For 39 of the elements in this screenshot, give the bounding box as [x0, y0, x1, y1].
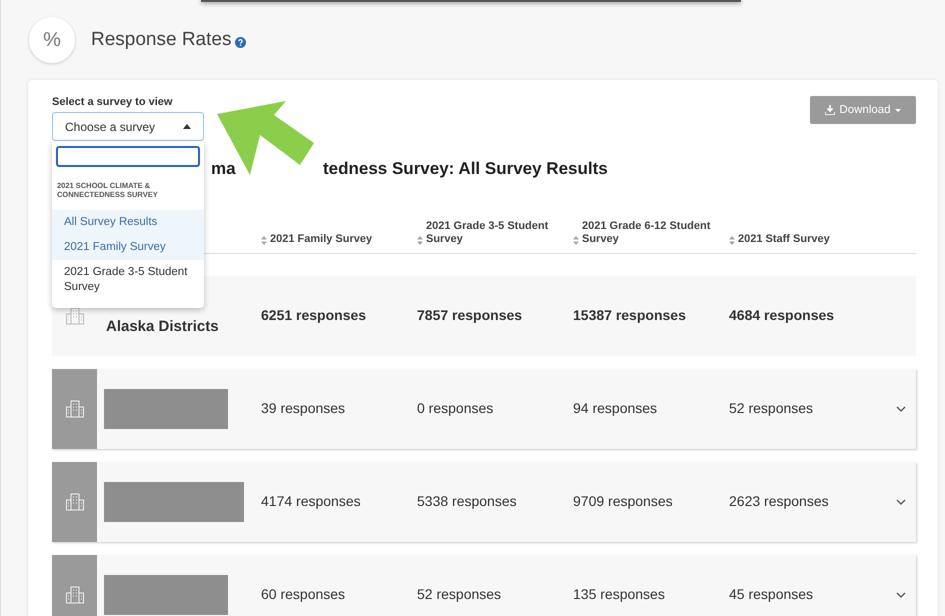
help-icon[interactable] [235, 36, 246, 48]
dropdown-option[interactable]: 2021 Family Survey [52, 234, 204, 260]
table-cell-text: 52 responses [417, 586, 502, 604]
table-cell-text: 4174 responses [261, 493, 362, 511]
table-cell-text: 94 responses [573, 400, 658, 418]
chevron-icon[interactable] [896, 592, 906, 598]
dropdown-option[interactable]: All Survey Results [52, 210, 204, 235]
chevron-icon[interactable] [896, 406, 906, 412]
district-name: Alaska Districts [105, 316, 219, 334]
table-cell-text: 7857 responses [417, 307, 524, 325]
column-header[interactable]: 2021 Staff Survey [729, 215, 885, 247]
building-icon [64, 306, 84, 326]
search-field[interactable] [56, 146, 200, 167]
table-cell-text: 135 responses [573, 586, 666, 604]
table-cell-text: 6251 responses [261, 307, 368, 325]
table-cell-text: 2623 responses [729, 493, 830, 511]
table-cell-text: 52 responses [729, 400, 814, 418]
column-header[interactable]: 2021 Family Survey [261, 215, 417, 247]
dropdown-option[interactable]: 2021 Grade 3-5 Student Survey [52, 260, 204, 300]
building-icon [64, 492, 84, 512]
table-cell-text: 45 responses [729, 586, 814, 604]
field-label: Select a survey to view [52, 96, 174, 108]
table-cell-text: 4684 responses [729, 307, 836, 325]
column-header[interactable]: 2021 Grade 6-12 Student Survey [573, 215, 729, 247]
table-cell-text: 5338 responses [417, 493, 518, 511]
table-cell-text: 0 responses [417, 400, 494, 418]
table-cell-text: 60 responses [261, 586, 346, 604]
building-icon [64, 585, 84, 605]
report-heading: tedness Survey: All Survey Results [323, 159, 608, 179]
report-heading: ma [211, 159, 236, 179]
chevron-icon[interactable] [896, 499, 906, 505]
table-cell-text: 15387 responses [573, 307, 687, 325]
page-title: Response Rates [91, 29, 232, 51]
table-cell-text: 9709 responses [573, 493, 674, 511]
column-header[interactable]: 2021 Grade 3-5 Student Survey [417, 215, 573, 247]
table-cell-text: 39 responses [261, 400, 346, 418]
download-icon [825, 105, 836, 115]
percent-icon: % [29, 17, 75, 63]
building-icon [64, 399, 84, 419]
